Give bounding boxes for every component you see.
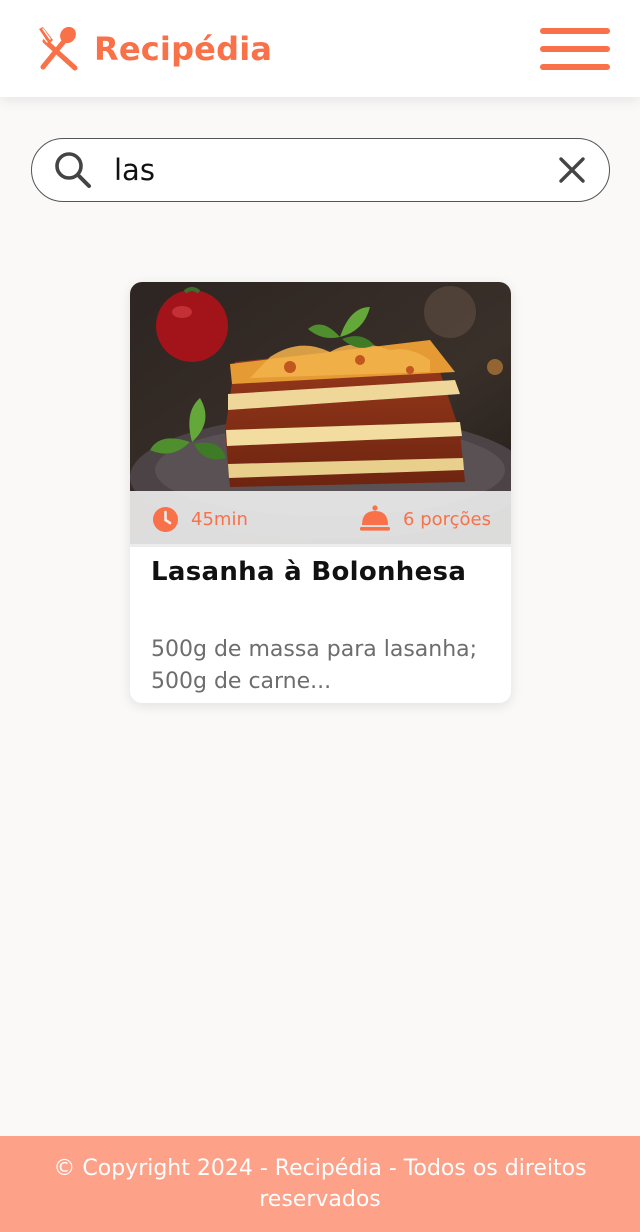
servings-value: 6 porções xyxy=(403,508,491,530)
brand-logo[interactable]: Recipédia xyxy=(36,26,272,72)
servings: 6 porções xyxy=(359,504,491,534)
search-icon[interactable] xyxy=(54,151,92,189)
copyright-text: © Copyright 2024 - Recipédia - Todos os … xyxy=(53,1156,587,1212)
hamburger-menu-icon xyxy=(540,27,610,34)
close-icon[interactable] xyxy=(557,155,587,185)
recipe-meta: 45min 6 porções xyxy=(130,491,511,547)
footer: © Copyright 2024 - Recipédia - Todos os … xyxy=(0,1136,640,1232)
recipe-card[interactable]: 45min 6 porções Lasanha à Bolonhesa 500g… xyxy=(130,282,511,703)
search-input[interactable] xyxy=(114,153,557,187)
recipe-description: 500g de massa para lasanha; 500g de carn… xyxy=(151,637,478,694)
cook-time: 45min xyxy=(152,506,248,533)
fork-spoon-icon xyxy=(38,26,78,70)
search-bar xyxy=(31,138,610,202)
clock-icon xyxy=(153,506,178,532)
recipe-title[interactable]: Lasanha à Bolonhesa xyxy=(151,557,496,587)
brand-name: Recipédia xyxy=(94,29,273,68)
hamburger-menu-button[interactable] xyxy=(540,26,610,72)
cook-time-value: 45min xyxy=(191,508,248,530)
cloche-icon xyxy=(360,505,391,531)
top-navbar: Recipédia xyxy=(0,0,640,97)
